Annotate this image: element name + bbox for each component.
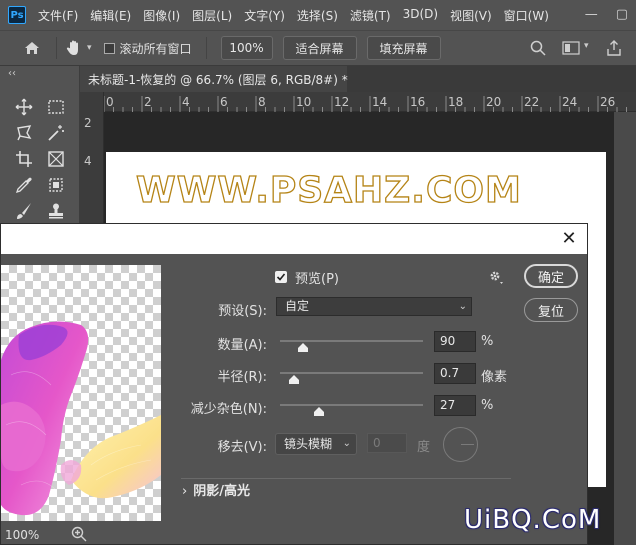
- shadow-highlight-section-toggle[interactable]: › 阴影/高光: [182, 480, 250, 499]
- chevron-right-icon: ›: [182, 484, 188, 499]
- menu-item[interactable]: 选择(S): [291, 7, 344, 24]
- checkmark-icon: [276, 273, 286, 281]
- amount-input[interactable]: 90: [434, 331, 476, 352]
- menu-item[interactable]: 图像(I): [137, 7, 186, 24]
- ruler-tick-label: 4: [84, 154, 92, 168]
- scroll-all-label: 滚动所有窗口: [119, 41, 192, 56]
- restore-button[interactable]: ▢: [616, 7, 628, 22]
- move-tool-icon[interactable]: [10, 96, 38, 118]
- radius-slider-track[interactable]: [280, 372, 423, 374]
- menu-item[interactable]: 视图(V): [444, 7, 498, 24]
- right-panel-edge: [614, 112, 636, 545]
- scroll-all-checkbox[interactable]: [103, 42, 115, 54]
- angle-dial[interactable]: [443, 427, 478, 462]
- radius-input[interactable]: 0.7: [434, 363, 476, 384]
- separator: [205, 37, 207, 59]
- section-divider: [181, 478, 511, 479]
- collapse-panel-button[interactable]: ‹‹: [8, 68, 16, 79]
- separator: [56, 37, 57, 59]
- reset-button[interactable]: 复位: [524, 298, 578, 322]
- minimize-button[interactable]: —: [585, 7, 598, 22]
- reduce-noise-slider-thumb[interactable]: [313, 407, 324, 416]
- brush-tool-icon[interactable]: [10, 200, 38, 222]
- document-tab[interactable]: 未标题-1-恢复的 @ 66.7% (图层 6, RGB/8#) * ×: [80, 66, 366, 92]
- search-icon[interactable]: [530, 40, 546, 56]
- preview-zoom-label: 100%: [5, 528, 40, 542]
- menu-item[interactable]: 窗口(W): [498, 7, 555, 24]
- chevron-down-icon: ⌄: [458, 301, 467, 312]
- smart-sharpen-dialog: ✕ 100% 预览(P) 预设(S): 自定 ⌄ 数量(A): 90 % 半径(…: [0, 223, 588, 545]
- options-bar: ▾ 滚动所有窗口 100% 适合屏幕 填充屏幕 ▾: [0, 30, 636, 66]
- marquee-tool-icon[interactable]: [42, 96, 70, 118]
- tool-grid: [10, 96, 74, 222]
- reduce-noise-label: 减少杂色(N):: [190, 402, 267, 417]
- remove-label: 移去(V):: [217, 440, 267, 455]
- menu-item[interactable]: 编辑(E): [84, 7, 137, 24]
- preview-label: 预览(P): [295, 272, 339, 287]
- tab-strip: [348, 66, 636, 92]
- crop-tool-icon[interactable]: [10, 148, 38, 170]
- frame-tool-icon[interactable]: [42, 148, 70, 170]
- hand-tool-icon[interactable]: [65, 39, 83, 57]
- healing-brush-tool-icon[interactable]: [42, 174, 70, 196]
- canvas-text: WWW.PSAHZ.COM: [135, 169, 522, 211]
- dialog-titlebar[interactable]: ✕: [1, 224, 587, 254]
- angle-input[interactable]: 0: [367, 433, 407, 453]
- remove-value: 镜头模糊: [284, 437, 333, 451]
- eyedropper-tool-icon[interactable]: [10, 174, 38, 196]
- share-icon[interactable]: [606, 40, 622, 56]
- menu-items: 文件(F) 编辑(E) 图像(I) 图层(L) 文字(Y) 选择(S) 滤镜(T) 3D(D)…: [32, 7, 555, 24]
- reduce-noise-input[interactable]: 27: [434, 395, 476, 416]
- reduce-noise-unit: %: [481, 398, 494, 413]
- menu-item[interactable]: 3D(D): [397, 7, 444, 24]
- preset-value: 自定: [285, 299, 310, 313]
- amount-label: 数量(A):: [217, 338, 267, 353]
- lasso-tool-icon[interactable]: [10, 122, 38, 144]
- window-controls: — ▢: [585, 7, 628, 22]
- chevron-down-icon[interactable]: ▾: [584, 41, 589, 51]
- menu-item[interactable]: 图层(L): [186, 7, 238, 24]
- menu-item[interactable]: 滤镜(T): [344, 7, 397, 24]
- shadow-highlight-label: 阴影/高光: [193, 484, 250, 499]
- watermark: UiBQ.CoM: [464, 505, 602, 535]
- dialog-close-button[interactable]: ✕: [559, 228, 579, 249]
- ruler-tick-label: 2: [84, 116, 92, 130]
- stamp-tool-icon[interactable]: [42, 200, 70, 222]
- amount-unit: %: [481, 334, 494, 349]
- preview-artwork: [1, 321, 161, 516]
- workspace-icon[interactable]: [562, 41, 580, 55]
- ruler-ticks: [104, 96, 627, 112]
- angle-unit: 度: [417, 440, 431, 455]
- preset-select[interactable]: 自定 ⌄: [276, 297, 472, 316]
- menu-item[interactable]: 文件(F): [32, 7, 84, 24]
- radius-slider-thumb[interactable]: [289, 375, 300, 384]
- fit-screen-button[interactable]: 适合屏幕: [282, 36, 357, 60]
- horizontal-ruler[interactable]: 0 2 4 6 8 10 12 14 16 18 20 22 24 26: [104, 92, 636, 112]
- photoshop-logo: Ps: [8, 6, 26, 24]
- fill-screen-button[interactable]: 填充屏幕: [366, 36, 441, 60]
- gear-icon[interactable]: [488, 269, 504, 285]
- reduce-noise-slider-track[interactable]: [280, 404, 423, 406]
- amount-slider-track[interactable]: [280, 340, 423, 342]
- zoom-percent-button[interactable]: 100%: [220, 36, 273, 60]
- chevron-down-icon: ⌄: [342, 438, 351, 449]
- radius-label: 半径(R):: [217, 370, 267, 385]
- preset-label: 预设(S):: [218, 304, 267, 319]
- chevron-down-icon[interactable]: ▾: [87, 43, 92, 53]
- zoom-in-icon[interactable]: [71, 526, 87, 542]
- home-icon[interactable]: [24, 40, 40, 56]
- magic-wand-tool-icon[interactable]: [42, 122, 70, 144]
- dialog-preview[interactable]: [1, 265, 161, 521]
- document-tab-title: 未标题-1-恢复的 @ 66.7% (图层 6, RGB/8#) *: [88, 72, 348, 87]
- menu-bar: Ps 文件(F) 编辑(E) 图像(I) 图层(L) 文字(Y) 选择(S) 滤镜(T) 3D…: [0, 0, 636, 30]
- preview-checkbox[interactable]: [275, 271, 287, 283]
- remove-select[interactable]: 镜头模糊 ⌄: [275, 433, 357, 455]
- amount-slider-thumb[interactable]: [297, 343, 308, 352]
- menu-item[interactable]: 文字(Y): [238, 7, 291, 24]
- radius-unit: 像素: [481, 370, 508, 385]
- ok-button[interactable]: 确定: [524, 264, 578, 288]
